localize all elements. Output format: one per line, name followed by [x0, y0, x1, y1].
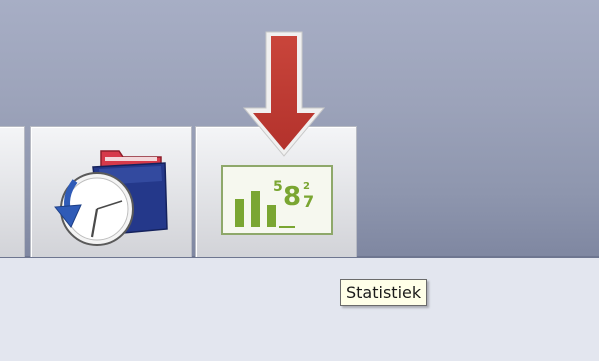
stats-digit-d: 7: [303, 192, 314, 211]
history-folder-clock-icon: [54, 150, 168, 246]
tooltip: Statistiek: [340, 279, 428, 306]
toolbar-button-partial[interactable]: [0, 126, 25, 257]
history-button[interactable]: [30, 126, 192, 257]
content-area: [0, 258, 599, 361]
statistics-chart-icon: 5 8 2 7: [221, 165, 333, 235]
stats-digit-c: 2: [303, 181, 310, 192]
stats-digit-a: 5: [273, 179, 283, 195]
down-arrow-icon: [242, 31, 326, 157]
stats-digit-b: 8: [283, 182, 301, 212]
